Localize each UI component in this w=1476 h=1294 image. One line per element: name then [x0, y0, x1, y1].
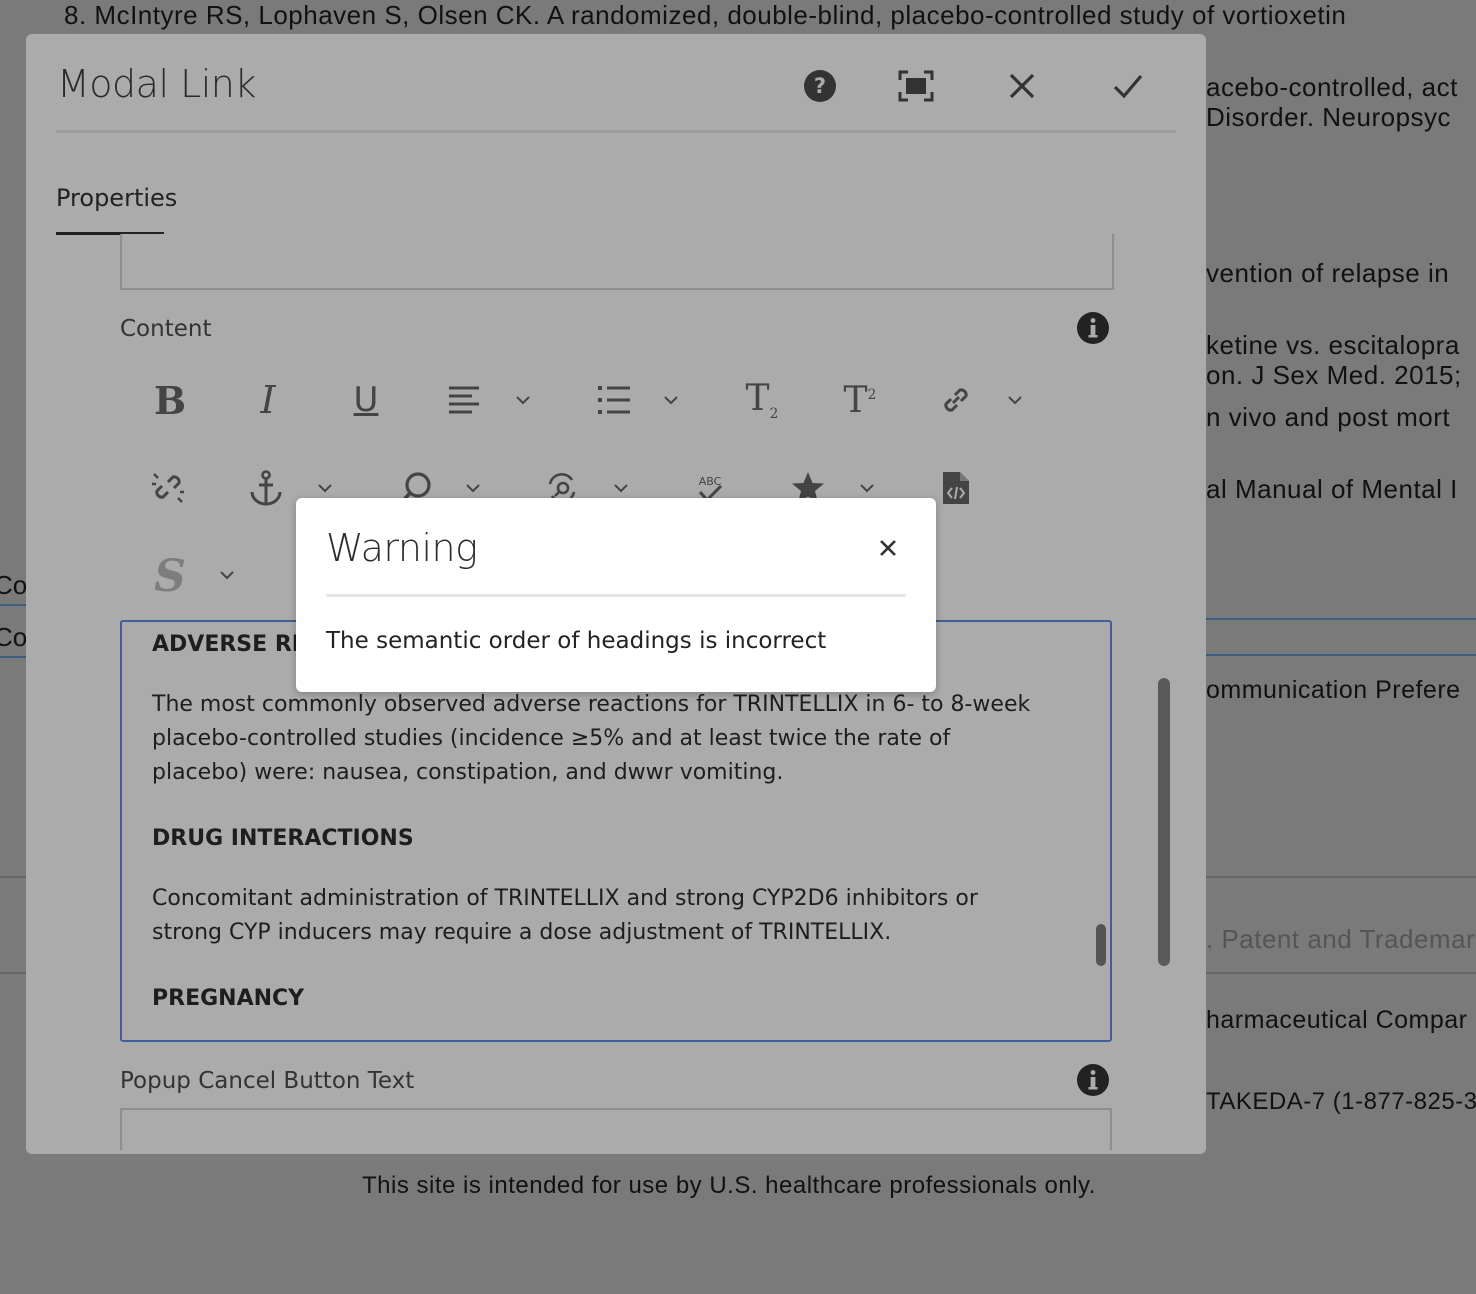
- italic-button[interactable]: I: [246, 378, 290, 422]
- help-button[interactable]: ?: [798, 64, 842, 108]
- close-icon: [1009, 73, 1035, 99]
- styles-button[interactable]: S: [148, 550, 192, 602]
- fullscreen-icon: [898, 70, 934, 102]
- info-icon[interactable]: [1076, 311, 1110, 345]
- warning-message: The semantic order of headings is incorr…: [326, 628, 827, 654]
- company-text: harmaceutical Compar: [1206, 1006, 1468, 1034]
- done-button[interactable]: [1106, 64, 1150, 108]
- warning-divider: [326, 594, 906, 597]
- popup-cancel-input[interactable]: [120, 1108, 1112, 1150]
- list-button[interactable]: [592, 378, 636, 422]
- underline-icon: U: [353, 380, 379, 420]
- unlink-button[interactable]: [146, 466, 190, 510]
- anchor-button[interactable]: [244, 466, 288, 510]
- warning-close-button[interactable]: [874, 534, 902, 562]
- chevron-down-icon[interactable]: [464, 479, 482, 497]
- chevron-down-icon[interactable]: [858, 479, 876, 497]
- chevron-down-icon[interactable]: [218, 566, 236, 584]
- reference-text: vention of relapse in: [1206, 258, 1450, 288]
- editor-heading: PREGNANCY: [152, 986, 305, 1011]
- divider: [0, 876, 26, 878]
- subscript-icon: T2: [745, 377, 779, 423]
- editor-scrollbar[interactable]: [1096, 924, 1106, 966]
- bold-icon: B: [153, 377, 187, 423]
- link-button[interactable]: [934, 378, 978, 422]
- reference-text: Disorder. Neuropsyc: [1206, 102, 1452, 132]
- dialog-title: Modal Link: [57, 62, 256, 106]
- divider: [1206, 972, 1476, 974]
- footer-note: This site is intended for use by U.S. he…: [362, 1172, 1096, 1199]
- divider: [0, 972, 26, 974]
- editor-heading: DRUG INTERACTIONS: [152, 826, 414, 851]
- superscript-icon: T2: [843, 379, 877, 421]
- communication-preferences-link[interactable]: ommunication Prefere: [1206, 676, 1461, 705]
- subscript-button[interactable]: T2: [738, 378, 786, 422]
- divider: [1206, 876, 1476, 878]
- chevron-down-icon[interactable]: [1006, 391, 1024, 409]
- italic-icon: I: [260, 378, 276, 422]
- chevron-down-icon[interactable]: [316, 479, 334, 497]
- warning-title: Warning: [326, 526, 478, 570]
- info-icon[interactable]: [1076, 1063, 1110, 1097]
- editor-paragraph: The most commonly observed adverse react…: [152, 692, 1031, 785]
- patent-trademark-text: . Patent and Trademar: [1206, 924, 1476, 954]
- chevron-down-icon[interactable]: [612, 479, 630, 497]
- divider: [1206, 654, 1476, 656]
- reference-text: acebo-controlled, act: [1206, 72, 1458, 102]
- close-icon: [880, 540, 896, 556]
- align-left-icon: [449, 386, 479, 414]
- divider: [0, 656, 26, 658]
- left-edge-text: Co: [0, 570, 28, 600]
- content-label: Content: [120, 316, 212, 342]
- header-divider: [56, 130, 1176, 133]
- divider: [1206, 618, 1476, 620]
- underline-button[interactable]: U: [344, 378, 388, 422]
- help-icon: ?: [804, 70, 836, 102]
- source-code-file-icon: [943, 472, 969, 504]
- chevron-down-icon[interactable]: [514, 391, 532, 409]
- svg-text:?: ?: [814, 74, 826, 98]
- reference-text: on. J Sex Med. 2015;: [1206, 360, 1462, 390]
- bulleted-list-icon: [598, 386, 630, 414]
- tab-properties[interactable]: Properties: [56, 184, 177, 212]
- unlink-icon: [152, 473, 184, 503]
- bold-button[interactable]: B: [148, 377, 192, 423]
- reference-line-8: 8. McIntyre RS, Lophaven S, Olsen CK. A …: [64, 0, 1347, 30]
- left-edge-text: Co: [0, 622, 28, 652]
- svg-text:ABC: ABC: [699, 475, 722, 488]
- anchor-icon: [250, 470, 282, 506]
- reference-text: al Manual of Mental I: [1206, 474, 1458, 504]
- reference-text: ketine vs. escitalopra: [1206, 330, 1460, 360]
- close-button[interactable]: [1000, 64, 1044, 108]
- superscript-button[interactable]: T2: [836, 378, 884, 422]
- link-icon: [944, 388, 968, 412]
- align-button[interactable]: [442, 378, 486, 422]
- editor-paragraph: Concomitant administration of TRINTELLIX…: [152, 886, 978, 945]
- divider: [0, 604, 26, 606]
- styles-icon: S: [154, 550, 186, 602]
- fullscreen-button[interactable]: [894, 64, 938, 108]
- phone-text: TAKEDA-7 (1-877-825-3: [1206, 1088, 1476, 1115]
- checkmark-icon: [1113, 74, 1143, 99]
- dialog-scrollbar[interactable]: [1158, 678, 1170, 966]
- popup-cancel-label: Popup Cancel Button Text: [120, 1068, 415, 1094]
- source-edit-button[interactable]: [934, 466, 978, 510]
- chevron-down-icon[interactable]: [662, 391, 680, 409]
- text-field[interactable]: [120, 234, 1114, 290]
- reference-text: n vivo and post mort: [1206, 402, 1451, 432]
- warning-popover: Warning The semantic order of headings i…: [296, 498, 936, 692]
